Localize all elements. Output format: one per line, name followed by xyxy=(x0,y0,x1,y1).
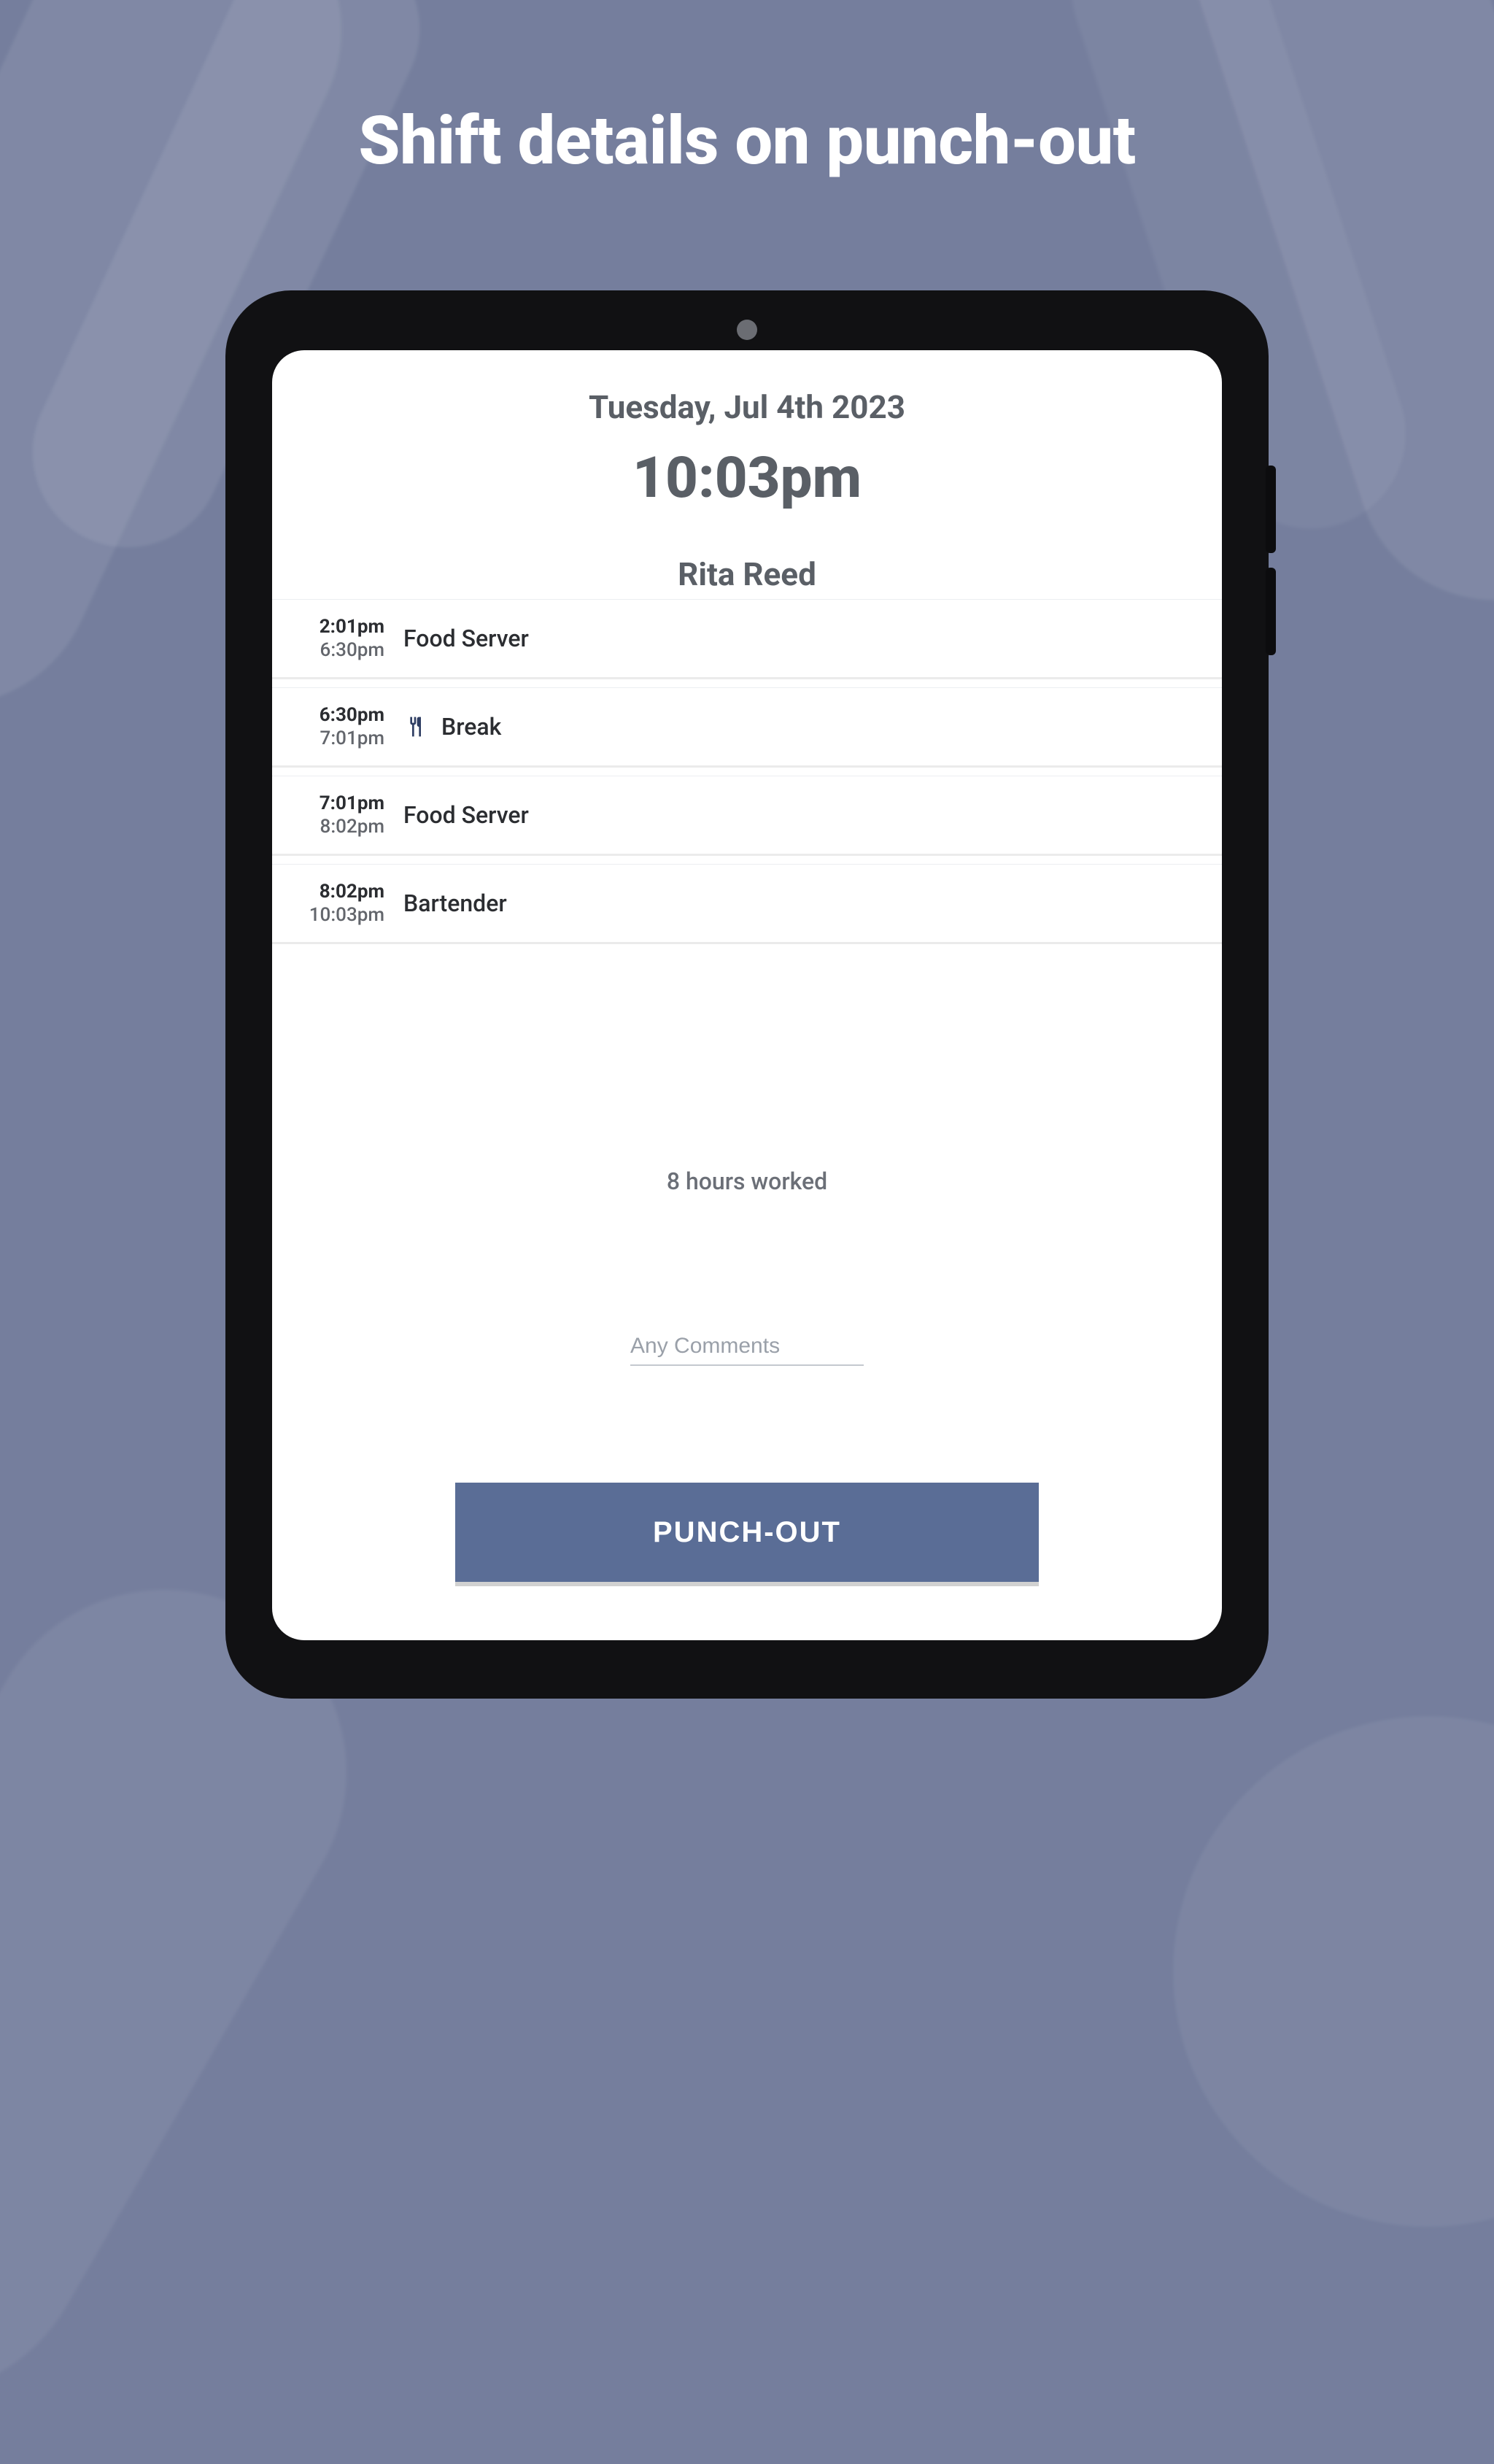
header: Tuesday, Jul 4th 2023 10:03pm Rita Reed xyxy=(272,350,1222,599)
entry-times: 6:30pm7:01pm xyxy=(298,704,384,749)
punch-out-button[interactable]: PUNCH-OUT xyxy=(455,1483,1039,1582)
entry-label: Bartender xyxy=(403,889,507,917)
entry-end-time: 8:02pm xyxy=(298,816,384,838)
entry-label: Break xyxy=(441,713,501,741)
entry-times: 7:01pm8:02pm xyxy=(298,792,384,838)
current-date: Tuesday, Jul 4th 2023 xyxy=(272,388,1222,426)
entry-times: 8:02pm10:03pm xyxy=(298,881,384,926)
utensils-icon xyxy=(403,715,427,738)
entry-label: Food Server xyxy=(403,801,529,829)
entry-times: 2:01pm6:30pm xyxy=(298,616,384,661)
entry-end-time: 7:01pm xyxy=(298,727,384,749)
tablet-camera xyxy=(737,320,757,340)
shift-entry: 2:01pm6:30pm Food Server xyxy=(272,599,1222,677)
entry-end-time: 10:03pm xyxy=(298,904,384,926)
shift-entry: 8:02pm10:03pm Bartender xyxy=(272,864,1222,942)
entry-label: Food Server xyxy=(403,625,529,652)
bg-decoration xyxy=(1173,1716,1494,2227)
entry-start-time: 8:02pm xyxy=(298,881,384,903)
page-title: Shift details on punch-out xyxy=(0,102,1494,180)
tablet-side-button xyxy=(1266,568,1276,655)
entry-start-time: 7:01pm xyxy=(298,792,384,814)
current-time: 10:03pm xyxy=(272,445,1222,511)
tablet-frame: Tuesday, Jul 4th 2023 10:03pm Rita Reed … xyxy=(225,290,1269,1699)
shift-entry: 7:01pm8:02pm Food Server xyxy=(272,776,1222,854)
tablet-screen: Tuesday, Jul 4th 2023 10:03pm Rita Reed … xyxy=(272,350,1222,1640)
entry-start-time: 2:01pm xyxy=(298,616,384,638)
entry-end-time: 6:30pm xyxy=(298,639,384,661)
tablet-side-button xyxy=(1266,466,1276,553)
shift-entries-list: 2:01pm6:30pmFood Server6:30pm7:01pmBreak… xyxy=(272,599,1222,952)
comments-input[interactable] xyxy=(630,1326,864,1366)
shift-entry: 6:30pm7:01pm Break xyxy=(272,687,1222,765)
entry-start-time: 6:30pm xyxy=(298,704,384,726)
hours-worked-summary: 8 hours worked xyxy=(667,1167,827,1195)
user-name: Rita Reed xyxy=(272,555,1222,593)
